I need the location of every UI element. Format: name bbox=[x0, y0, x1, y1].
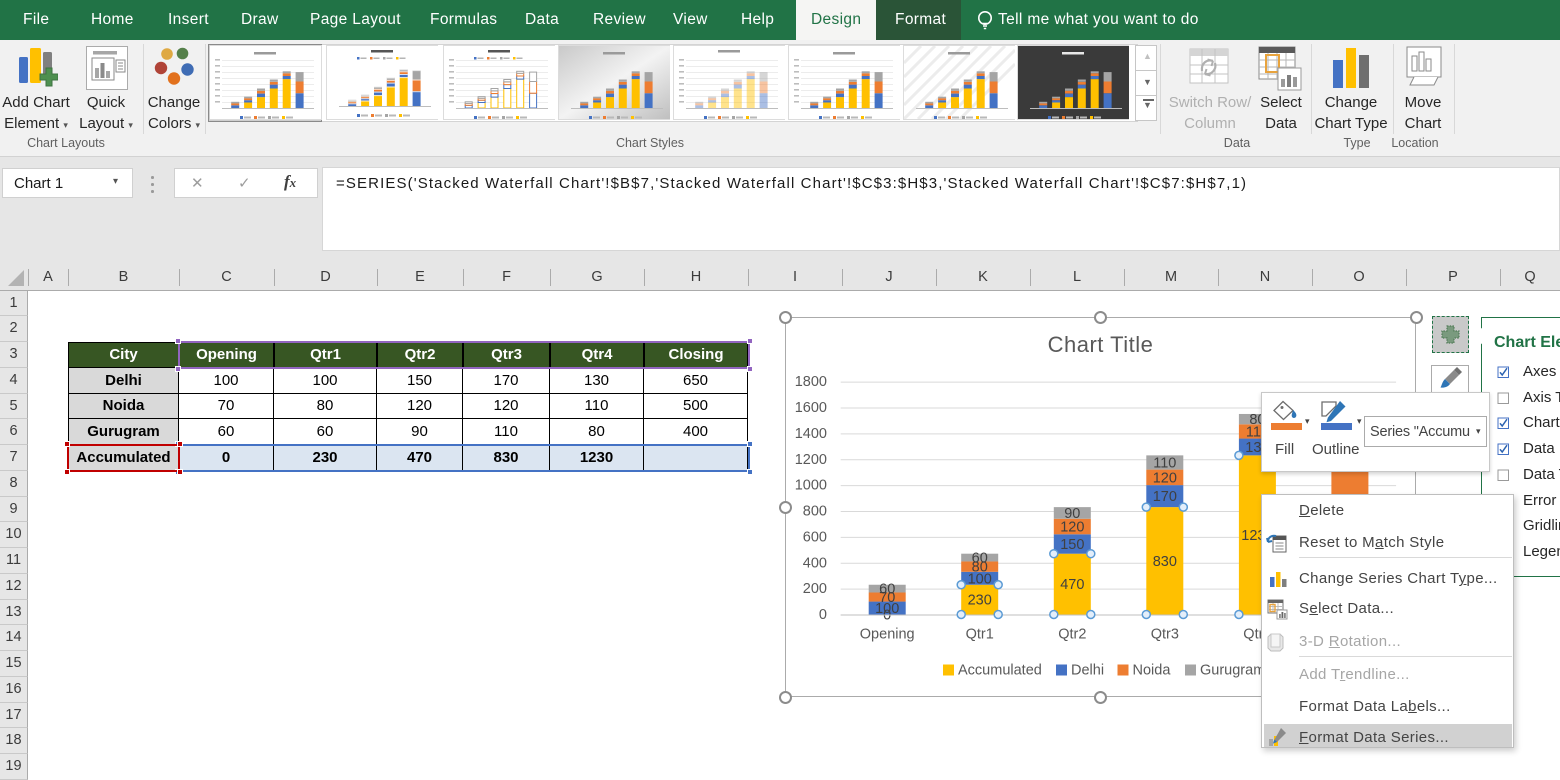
svg-text:1800: 1800 bbox=[795, 374, 827, 390]
svg-text:90: 90 bbox=[1064, 506, 1080, 522]
svg-text:Opening: Opening bbox=[860, 627, 915, 643]
svg-text:110: 110 bbox=[1153, 455, 1176, 471]
svg-text:470: 470 bbox=[1060, 577, 1084, 593]
svg-text:Accumulated: Accumulated bbox=[958, 663, 1042, 679]
svg-text:60: 60 bbox=[972, 551, 988, 567]
svg-text:200: 200 bbox=[803, 581, 827, 597]
svg-text:Qtr1: Qtr1 bbox=[966, 627, 994, 643]
svg-text:Qtr2: Qtr2 bbox=[1058, 627, 1086, 643]
svg-text:Gurugram: Gurugram bbox=[1200, 663, 1265, 679]
svg-text:150: 150 bbox=[1060, 537, 1084, 553]
svg-text:Noida: Noida bbox=[1133, 663, 1172, 679]
svg-text:60: 60 bbox=[879, 582, 895, 598]
svg-text:1000: 1000 bbox=[795, 478, 827, 494]
svg-text:Chart Title: Chart Title bbox=[1048, 332, 1154, 357]
svg-text:600: 600 bbox=[803, 529, 827, 545]
svg-text:830: 830 bbox=[1153, 554, 1177, 570]
svg-text:170: 170 bbox=[1153, 489, 1177, 505]
svg-text:0: 0 bbox=[819, 607, 827, 623]
svg-text:Delhi: Delhi bbox=[1071, 663, 1104, 679]
svg-text:1200: 1200 bbox=[795, 452, 827, 468]
svg-text:230: 230 bbox=[968, 593, 992, 609]
svg-text:400: 400 bbox=[803, 555, 827, 571]
svg-text:800: 800 bbox=[803, 504, 827, 520]
svg-text:120: 120 bbox=[1153, 470, 1177, 486]
svg-text:1600: 1600 bbox=[795, 400, 827, 416]
svg-text:1400: 1400 bbox=[795, 426, 827, 442]
svg-text:Qtr3: Qtr3 bbox=[1151, 627, 1179, 643]
